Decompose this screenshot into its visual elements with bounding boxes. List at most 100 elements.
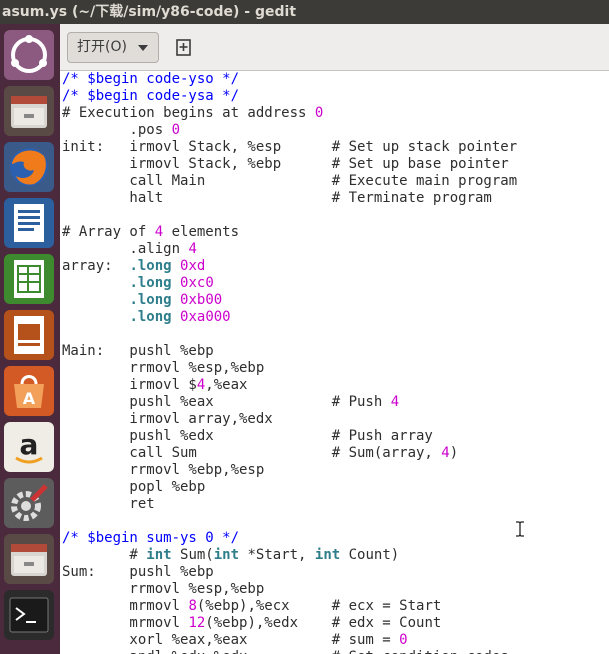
code-token: ,%eax <box>205 377 248 393</box>
code-token: elements <box>163 224 240 240</box>
code-token: irmovl $ <box>62 377 197 393</box>
code-line: call Sum # Sum(array, 4) <box>62 445 609 462</box>
code-line: mrmovl 8(%ebp),%ecx # ecx = Start <box>62 598 609 615</box>
code-token: call Main # Execute main program <box>62 173 518 189</box>
code-line: .long 0xc0 <box>62 275 609 292</box>
code-token: .long <box>129 258 172 274</box>
file-manager-icon[interactable] <box>4 86 54 136</box>
code-token: .long <box>129 292 172 308</box>
code-token: mrmovl <box>62 598 189 614</box>
code-token: /* $begin code-ysa */ <box>62 88 240 104</box>
text-cursor-icon <box>516 521 524 537</box>
code-token: 0xc0 <box>180 275 214 291</box>
code-line: ​ <box>62 326 609 343</box>
code-line: /* $begin sum-ys 0 */ <box>62 530 609 547</box>
code-token: pushl %edx # Push array <box>62 428 433 444</box>
code-token: /* $begin code-yso */ <box>62 71 240 87</box>
open-button[interactable]: 打开(O) <box>67 32 159 63</box>
libreoffice-calc-icon[interactable] <box>4 254 54 304</box>
amazon-icon[interactable]: a <box>4 422 54 472</box>
code-token: 0xa000 <box>180 309 231 325</box>
toolbar: 打开(O) <box>60 24 609 71</box>
code-token: # Execution begins at address <box>62 105 315 121</box>
terminal-icon[interactable] <box>4 590 54 640</box>
code-token: rrmovl %ebp,%esp <box>62 462 265 478</box>
code-token: 0xd <box>180 258 206 274</box>
code-line: halt # Terminate program <box>62 190 609 207</box>
code-line: .pos 0 <box>62 122 609 139</box>
code-line: irmovl $4,%eax <box>62 377 609 394</box>
code-token: .long <box>129 275 172 291</box>
system-settings-icon[interactable] <box>4 478 54 528</box>
code-token: init: irmovl Stack, %esp # Set up stack … <box>62 139 518 155</box>
code-line: .align 4 <box>62 241 609 258</box>
text-editor[interactable]: /* $begin code-yso *//* $begin code-ysa … <box>60 71 609 654</box>
software-center-icon[interactable]: A <box>4 366 54 416</box>
code-line: # Execution begins at address 0 <box>62 105 609 122</box>
code-line: Sum: pushl %ebp <box>62 564 609 581</box>
code-token: .pos <box>62 122 172 138</box>
code-token: rrmovl %esp,%ebp <box>62 360 265 376</box>
code-token: 12 <box>188 615 206 631</box>
code-line: .long 0xb00 <box>62 292 609 309</box>
code-token: (%ebp),%edx # edx = Count <box>205 615 442 631</box>
code-token: 8 <box>188 598 197 614</box>
code-token: .long <box>129 309 172 325</box>
code-token: *Start, <box>239 547 315 563</box>
code-token: mrmovl <box>62 615 189 631</box>
code-token: 0 <box>314 105 324 121</box>
new-document-button[interactable] <box>168 32 198 63</box>
code-line: /* $begin code-yso */ <box>62 71 609 88</box>
new-document-icon <box>176 39 191 56</box>
window-title: asum.ys (~/下载/sim/y86-code) - gedit <box>0 0 609 24</box>
code-line: mrmovl 12(%ebp),%edx # edx = Count <box>62 615 609 632</box>
launcher: A a <box>0 24 60 654</box>
code-line: # int Sum(int *Start, int Count) <box>62 547 609 564</box>
code-token: ) <box>449 445 459 461</box>
code-token: irmovl Stack, %ebp # Set up base pointer <box>62 156 509 172</box>
code-line: rrmovl %esp,%ebp <box>62 360 609 377</box>
code-line: ret <box>62 496 609 513</box>
code-line: pushl %eax # Push 4 <box>62 394 609 411</box>
code-token: Main: pushl %ebp <box>62 343 214 359</box>
code-line: ​ <box>62 207 609 224</box>
code-token: halt # Terminate program <box>62 190 492 206</box>
chevron-down-icon <box>138 45 148 51</box>
code-token: 0 <box>399 632 408 648</box>
libreoffice-writer-icon[interactable] <box>4 198 54 248</box>
code-token: Count) <box>340 547 400 563</box>
code-line: /* $begin code-ysa */ <box>62 88 609 105</box>
code-token: Sum: pushl %ebp <box>62 564 214 580</box>
code-token: # Array of <box>62 224 155 240</box>
code-token: # <box>62 547 147 563</box>
code-line: rrmovl %ebp,%esp <box>62 462 609 479</box>
open-button-label: 打开(O) <box>77 39 127 55</box>
code-line: irmovl array,%edx <box>62 411 609 428</box>
code-token: int <box>213 547 240 563</box>
file-manager-icon-2[interactable] <box>4 534 54 584</box>
code-token: Sum( <box>171 547 214 563</box>
code-token: pushl %eax # Push <box>62 394 391 410</box>
code-token: 4 <box>154 224 164 240</box>
libreoffice-impress-icon[interactable] <box>4 310 54 360</box>
firefox-icon[interactable] <box>4 142 54 192</box>
code-line: pushl %edx # Push array <box>62 428 609 445</box>
code-line: Main: pushl %ebp <box>62 343 609 360</box>
code-token: 0xb00 <box>180 292 223 308</box>
code-line: popl %ebp <box>62 479 609 496</box>
code-token: 4 <box>390 394 400 410</box>
code-line: # Array of 4 elements <box>62 224 609 241</box>
code-token: ret <box>62 496 155 512</box>
code-token: int <box>314 547 341 563</box>
code-line: irmovl Stack, %ebp # Set up base pointer <box>62 156 609 173</box>
code-line: ​ <box>62 513 609 530</box>
code-token: andl %edx,%edx # Set condition codes <box>62 649 508 654</box>
code-line: array: .long 0xd <box>62 258 609 275</box>
ubuntu-dash-icon[interactable] <box>4 30 54 80</box>
